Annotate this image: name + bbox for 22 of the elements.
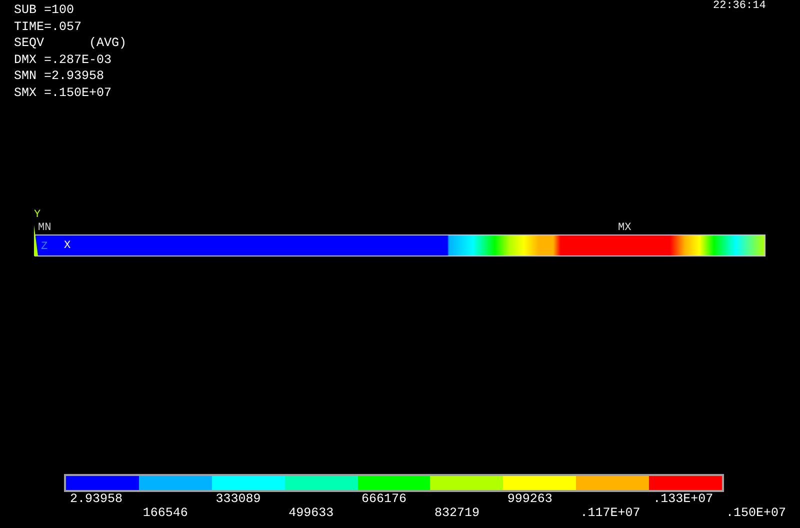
- z-axis-label: Z: [41, 242, 48, 253]
- legend-value-label: 333089: [216, 492, 261, 506]
- result-info-text: TIME=.057: [14, 18, 82, 36]
- legend-value-label: 832719: [434, 506, 480, 520]
- x-axis-label: X: [64, 241, 71, 252]
- y-axis-label: Y: [34, 210, 41, 221]
- legend-value-label: 499633: [288, 506, 334, 520]
- legend-value-label: .133E+07: [653, 492, 714, 506]
- result-info-text: SUB =100: [14, 2, 74, 19]
- legend-value-label: 2.93958: [70, 492, 123, 506]
- clock-text: 22:36:14: [713, 0, 766, 12]
- legend-value-label: .117E+07: [580, 506, 640, 520]
- result-info-text: DMX =.287E-03: [14, 52, 112, 68]
- max-marker-label: MX: [618, 223, 632, 234]
- min-marker-label: MN: [38, 223, 52, 234]
- result-info-text: SMN =2.93958: [14, 68, 104, 85]
- legend-value-label: 166546: [142, 506, 188, 520]
- legend-value-label: 666176: [362, 492, 407, 506]
- legend-value-label: 999263: [507, 492, 552, 506]
- result-info-text: SMX =.150E+07: [14, 84, 112, 102]
- result-info-text: SEQV (AVG): [14, 35, 127, 52]
- legend-value-label: .150E+07: [726, 506, 786, 520]
